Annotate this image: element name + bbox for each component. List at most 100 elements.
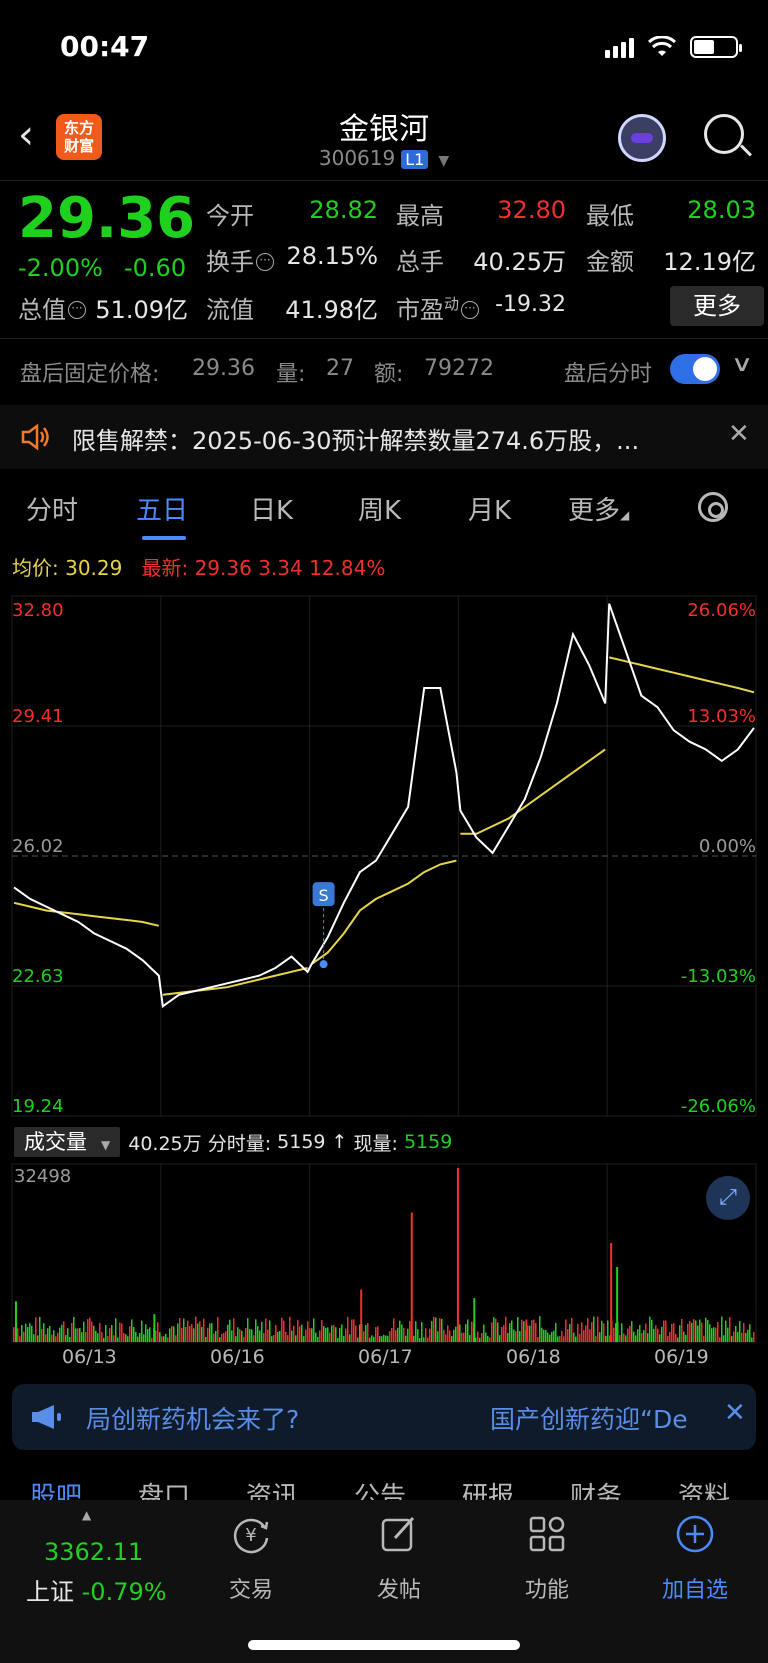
volume-bar xyxy=(221,1333,223,1342)
close-icon[interactable]: ✕ xyxy=(724,1398,746,1428)
low-value: 28.03 xyxy=(687,196,756,224)
subtab-profile[interactable]: 资料 xyxy=(678,1476,730,1500)
mktcap-value: 51.09亿 xyxy=(95,296,188,324)
volume-bar xyxy=(549,1334,551,1342)
info-icon[interactable]: ··· xyxy=(256,253,274,271)
subtab-research[interactable]: 研报 xyxy=(462,1476,514,1500)
tab-weekly-k[interactable]: 周K xyxy=(358,490,401,527)
volume-bar xyxy=(81,1332,83,1342)
tab-more[interactable]: 更多◢ xyxy=(568,490,629,527)
stock-header: ‹ 东方 财富 金银河 300619 L1 ▼ xyxy=(0,100,768,180)
functions-button[interactable]: 功能 xyxy=(502,1514,592,1604)
search-icon[interactable] xyxy=(704,114,744,154)
volume-bar xyxy=(297,1319,299,1342)
quote-panel: 29.36 -2.00% -0.60 今开 28.82 最高 32.80 最低 … xyxy=(0,182,768,336)
volume-bar xyxy=(489,1337,491,1342)
mktcap-label: 总值 ··· xyxy=(18,290,86,325)
index-value: 3362.11 xyxy=(44,1538,144,1566)
volume-bar xyxy=(135,1331,137,1342)
subtab-forum[interactable]: 股吧 xyxy=(30,1476,82,1500)
volume-bar xyxy=(459,1324,461,1342)
volume-bar xyxy=(95,1330,97,1342)
volume-bar xyxy=(573,1332,575,1342)
volume-bar xyxy=(471,1321,473,1342)
after-hours-row: 盘后固定价格: 29.36 量: 27 额: 79272 盘后分时 ∨ xyxy=(0,340,768,400)
caret-down-icon[interactable]: ▼ xyxy=(438,153,449,169)
volume-bar xyxy=(493,1317,495,1342)
volume-bar xyxy=(237,1327,239,1342)
volume-bar xyxy=(253,1335,255,1342)
volume-bar xyxy=(35,1317,37,1342)
assistant-robot-icon[interactable] xyxy=(618,114,666,162)
tab-daily-k[interactable]: 日K xyxy=(250,490,293,527)
volume-bar xyxy=(591,1322,593,1342)
volume-bar xyxy=(255,1319,257,1342)
volume-bar xyxy=(141,1320,143,1342)
expand-icon[interactable]: ⤢ xyxy=(706,1176,750,1220)
volume-bar xyxy=(699,1319,701,1342)
volume-bar xyxy=(483,1324,485,1342)
volume-bar xyxy=(627,1328,629,1342)
volume-bar xyxy=(423,1337,425,1342)
volume-bar xyxy=(743,1323,745,1342)
subtab-announcements[interactable]: 公告 xyxy=(354,1476,406,1500)
tab-five-day[interactable]: 五日 xyxy=(136,490,188,527)
volume-bar xyxy=(633,1331,635,1342)
close-icon[interactable]: ✕ xyxy=(728,419,750,449)
volume-bar xyxy=(39,1316,41,1342)
volume-bar xyxy=(265,1318,267,1342)
more-button[interactable]: 更多 xyxy=(670,286,764,326)
volume-chart[interactable]: 32498 xyxy=(0,1160,768,1346)
add-watchlist-button[interactable]: 加自选 xyxy=(650,1514,740,1604)
volume-bar xyxy=(315,1332,317,1342)
y-tick-label: 19.24 xyxy=(12,1096,64,1117)
volume-bar xyxy=(33,1334,35,1342)
volume-bar xyxy=(223,1332,225,1342)
gear-icon[interactable] xyxy=(698,492,728,522)
volume-bar xyxy=(341,1324,343,1342)
volume-bar xyxy=(491,1322,493,1342)
volume-bar xyxy=(117,1337,119,1342)
volume-bar xyxy=(715,1327,717,1342)
volume-bar xyxy=(125,1334,127,1342)
info-icon[interactable]: ··· xyxy=(68,301,86,319)
subtab-order-book[interactable]: 盘口 xyxy=(138,1476,190,1500)
volume-bar xyxy=(167,1337,169,1342)
trade-button[interactable]: ¥ 交易 xyxy=(206,1514,296,1604)
unlock-notice[interactable]: 限售解禁：2025-06-30预计解禁数量274.6万股，... ✕ xyxy=(0,405,768,469)
volume-bar xyxy=(599,1332,601,1342)
tab-monthly-k[interactable]: 月K xyxy=(468,490,511,527)
volume-bar xyxy=(553,1330,555,1342)
after-hours-toggle[interactable] xyxy=(670,354,720,384)
volume-bar xyxy=(616,1267,619,1342)
volume-bar xyxy=(367,1323,369,1342)
float-value: 41.98亿 xyxy=(285,296,378,324)
low-label: 最低 xyxy=(586,202,634,230)
volume-bar xyxy=(681,1319,683,1342)
volume-bar xyxy=(437,1331,439,1342)
post-button[interactable]: 发帖 xyxy=(354,1514,444,1604)
volume-bar xyxy=(610,1242,613,1342)
volume-bar xyxy=(139,1332,141,1342)
five-day-price-chart[interactable]: 32.80 26.06% 29.41 13.03% 26.02 0.00% 22.63 -13… xyxy=(0,588,768,1122)
volume-bar xyxy=(729,1317,731,1342)
pct-tick-label: -13.03% xyxy=(681,966,756,987)
indicator-select[interactable]: 成交量 ▼ xyxy=(14,1127,121,1157)
volume-bar xyxy=(597,1316,599,1342)
volume-bar xyxy=(347,1316,349,1342)
volume-bar xyxy=(535,1322,537,1342)
tab-intraday[interactable]: 分时 xyxy=(26,490,78,527)
volume-bar xyxy=(181,1327,183,1342)
volume-bar xyxy=(87,1319,89,1342)
volume-bar xyxy=(189,1326,191,1342)
volume-bar xyxy=(313,1318,315,1342)
news-banner[interactable]: 局创新药机会来了? 国产创新药迎“De ✕ xyxy=(12,1384,756,1450)
volume-bar xyxy=(317,1336,319,1342)
volume-bar xyxy=(149,1327,151,1342)
subtab-finance[interactable]: 财务 xyxy=(570,1476,622,1500)
volume-bar xyxy=(13,1327,15,1342)
chevron-down-icon[interactable]: ∨ xyxy=(731,352,754,377)
volume-bar xyxy=(723,1335,725,1342)
subtab-news[interactable]: 资讯 xyxy=(246,1476,298,1500)
add-watchlist-icon xyxy=(676,1515,714,1553)
